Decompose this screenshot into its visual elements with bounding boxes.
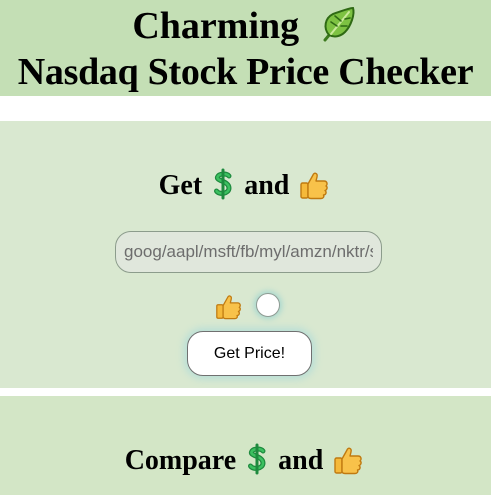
get-price-panel: Get and Get Price! [0,121,491,388]
leafy-greens-icon [323,6,355,42]
compare-panel: Compare and [0,396,491,495]
stock-symbol-input[interactable] [115,231,382,273]
header-title-line1: Charming [0,4,491,48]
get-panel-heading: Get and [0,168,491,203]
compare-panel-heading: Compare and [0,443,491,478]
header-title-charming: Charming [132,5,300,47]
like-row [0,291,491,320]
get-panel-heading-prefix: Get [158,170,203,201]
like-checkbox[interactable] [256,293,280,317]
header-title-line2: Nasdaq Stock Price Checker [17,51,474,93]
get-panel-heading-and: and [244,170,290,201]
thumbs-up-icon [216,295,241,320]
get-price-button[interactable]: Get Price! [187,331,312,376]
dollar-sign-icon [248,443,266,475]
page-header: Charming Nasdaq Stock Price Checker [0,0,491,96]
thumbs-up-icon [334,447,363,475]
dollar-sign-icon [214,168,232,200]
compare-panel-heading-and: and [278,445,324,476]
compare-panel-heading-prefix: Compare [124,445,237,476]
thumbs-up-icon [300,172,329,200]
